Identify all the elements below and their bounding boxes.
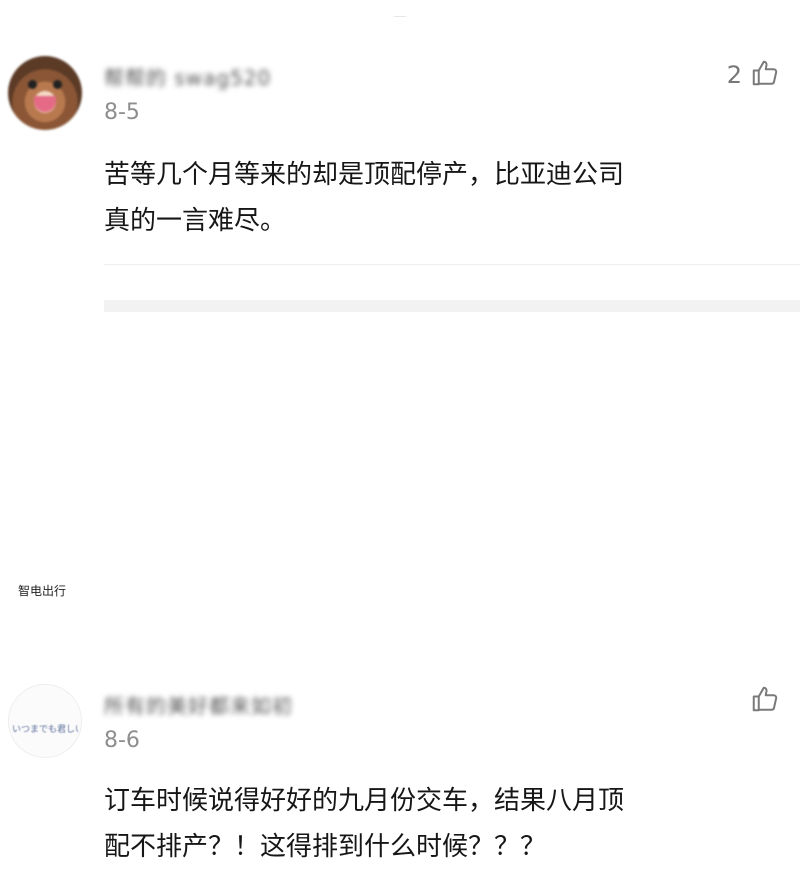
thumbs-up-icon: [750, 58, 780, 92]
username[interactable]: 所有的美好都来如初: [104, 690, 293, 719]
avatar[interactable]: いつまでも君しい: [8, 684, 82, 758]
divider: [104, 264, 800, 265]
comment-item: 帮帮的 swag520 8-5 2 苦等几个月等来的却是顶配停产，比亚迪公司 真…: [0, 0, 800, 312]
comment-date: 8-5: [104, 100, 140, 125]
comment-item: いつまでも君しい 所有的美好都来如初 8-6 订车时候说得好好的九月份交车，结果…: [0, 312, 800, 862]
comment-line: 真的一言难尽。: [104, 206, 287, 236]
comment-text: 苦等几个月等来的却是顶配停产，比亚迪公司 真的一言难尽。: [104, 152, 784, 244]
like-count: 2: [726, 61, 742, 89]
username[interactable]: 帮帮的 swag520: [104, 62, 271, 91]
avatar[interactable]: [8, 56, 82, 130]
like-button[interactable]: [742, 684, 780, 718]
avatar-eye: [53, 80, 62, 89]
avatar-text: いつまでも君しい: [12, 725, 78, 735]
comment-text: 订车时候说得好好的九月份交车，结果八月顶 配不排产？！这得排到什么时候？？？: [104, 778, 784, 870]
avatar-eye: [28, 80, 37, 89]
like-button[interactable]: 2: [727, 58, 780, 92]
comment-line: 配不排产？！这得排到什么时候？？？: [104, 832, 547, 862]
thumbs-up-icon: [750, 684, 780, 718]
comment-line: 订车时候说得好好的九月份交车，结果八月顶: [104, 786, 625, 816]
watermark: 智电出行: [18, 584, 67, 598]
avatar-mouth: [34, 96, 56, 112]
section-separator: [104, 300, 800, 312]
comment-date: 8-6: [104, 728, 140, 753]
comment-line: 苦等几个月等来的却是顶配停产，比亚迪公司: [104, 160, 625, 190]
